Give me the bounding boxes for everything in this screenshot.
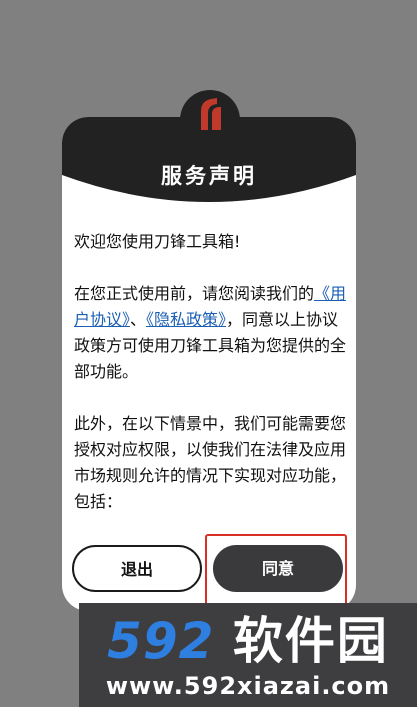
greeting-label: 欢迎您使用刀锋工具箱! [74, 232, 241, 251]
service-statement-dialog: 服务声明 欢迎您使用刀锋工具箱! 在您正式使用前，请您阅读我们的《用户协议》、《… [62, 117, 356, 611]
app-logo-badge [180, 84, 240, 140]
dialog-body: 欢迎您使用刀锋工具箱! 在您正式使用前，请您阅读我们的《用户协议》、《隐私政策》… [74, 229, 352, 515]
agree-button[interactable]: 同意 [213, 545, 343, 592]
permissions-text: 此外，在以下情景中，我们可能需要您授权对应权限，以使我们在法律及应用市场规则允许… [74, 414, 347, 511]
exit-button[interactable]: 退出 [72, 545, 202, 592]
agreement-paragraph: 在您正式使用前，请您阅读我们的《用户协议》、《隐私政策》，同意以上协议政策方可使… [74, 281, 352, 385]
link-separator: 、 [130, 310, 147, 329]
greeting-text: 欢迎您使用刀锋工具箱! [74, 229, 352, 255]
watermark-logo-text: 软件园 [232, 612, 389, 670]
permissions-paragraph: 此外，在以下情景中，我们可能需要您授权对应权限，以使我们在法律及应用市场规则允许… [74, 411, 352, 515]
watermark-url: www.592xiazai.com [105, 672, 391, 700]
watermark-banner: 592 软件园 www.592xiazai.com [79, 603, 417, 707]
privacy-policy-link[interactable]: 《隐私政策》 [146, 310, 226, 329]
blade-logo-icon [180, 90, 240, 140]
watermark-logo-number: 592 [107, 612, 215, 670]
agreement-intro: 在您正式使用前，请您阅读我们的 [74, 284, 315, 303]
watermark-logo: 592 软件园 [79, 613, 417, 669]
dialog-title: 服务声明 [161, 163, 257, 188]
